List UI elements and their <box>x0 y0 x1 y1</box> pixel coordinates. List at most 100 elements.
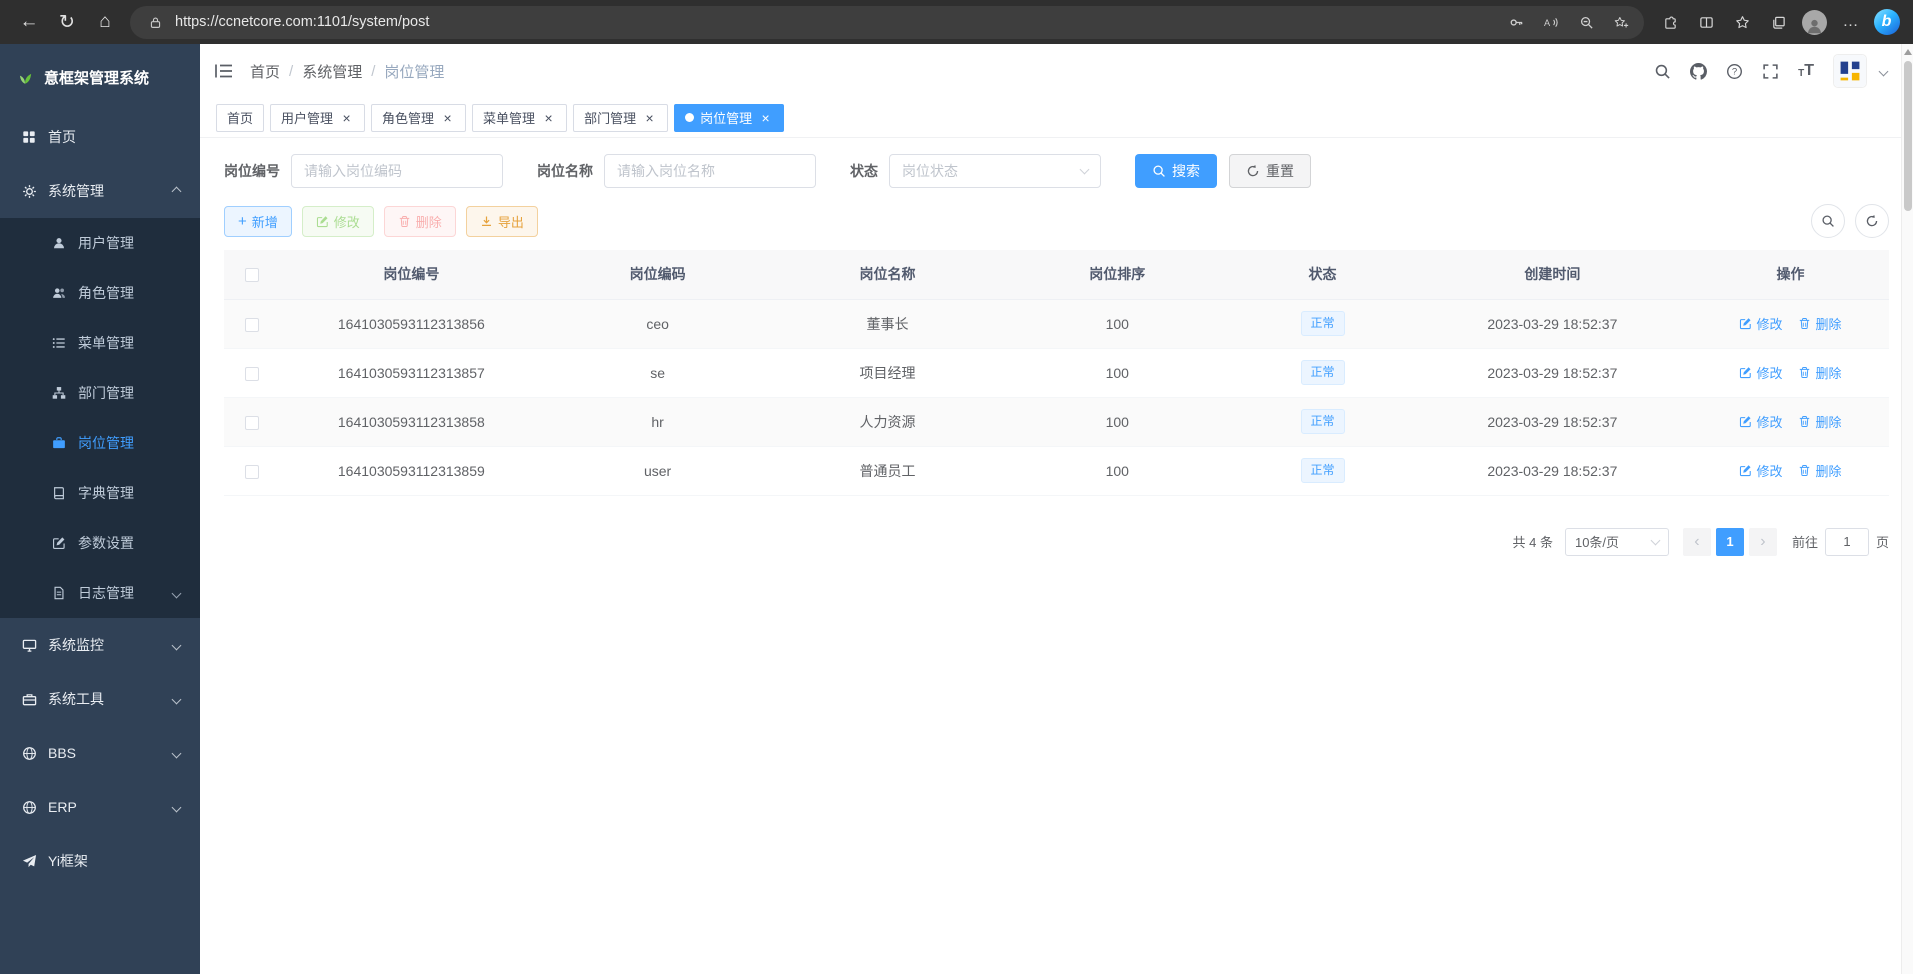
row-delete-link[interactable]: 删除 <box>1798 412 1841 431</box>
help-icon[interactable]: ? <box>1726 63 1743 80</box>
app-logo[interactable]: 意框架管理系统 <box>0 44 200 110</box>
collections-icon[interactable] <box>1762 7 1795 37</box>
toggle-search-button[interactable] <box>1811 204 1845 238</box>
browser-address-bar[interactable]: https://ccnetcore.com:1101/system/post A <box>130 6 1644 39</box>
monitor-icon <box>20 636 38 654</box>
table-row: 1641030593112313857 se 项目经理 100 正常 2023-… <box>224 348 1889 397</box>
add-button[interactable]: + 新增 <box>224 206 292 237</box>
row-edit-link[interactable]: 修改 <box>1739 314 1782 333</box>
reset-button[interactable]: 重置 <box>1229 154 1311 188</box>
bing-copilot-icon[interactable]: b <box>1870 7 1903 37</box>
row-delete-link[interactable]: 删除 <box>1798 314 1841 333</box>
tab-post-mgmt[interactable]: 岗位管理 × <box>674 104 784 132</box>
page-unit-label: 页 <box>1876 532 1889 551</box>
browser-refresh-button[interactable]: ↻ <box>48 4 86 40</box>
scrollbar-thumb[interactable] <box>1904 61 1912 211</box>
browser-settings-menu-icon[interactable]: … <box>1834 7 1867 37</box>
password-key-icon[interactable] <box>1500 7 1533 37</box>
browser-back-button[interactable]: ← <box>10 4 48 40</box>
browser-profile-avatar[interactable] <box>1798 7 1831 37</box>
page-size-select[interactable]: 10条/页 <box>1565 528 1669 556</box>
split-screen-icon[interactable] <box>1690 7 1723 37</box>
add-favorite-star-icon[interactable] <box>1605 7 1638 37</box>
fullscreen-icon[interactable] <box>1762 63 1779 80</box>
row-delete-link[interactable]: 删除 <box>1798 461 1841 480</box>
sidebar-item-post-mgmt[interactable]: 岗位管理 <box>0 418 200 468</box>
profile-avatar-icon <box>1802 10 1827 35</box>
browser-action-icons: … b <box>1654 7 1903 37</box>
list-icon <box>50 334 68 352</box>
breadcrumb-home[interactable]: 首页 <box>250 61 280 82</box>
post-code-input[interactable] <box>291 154 503 188</box>
prev-page-button[interactable]: ‹ <box>1683 528 1711 556</box>
next-page-button[interactable]: › <box>1749 528 1777 556</box>
sidebar-item-home[interactable]: 首页 <box>0 110 200 164</box>
cell-post-sort: 100 <box>1002 446 1232 495</box>
close-icon[interactable]: × <box>758 110 773 125</box>
status-select[interactable]: 岗位状态 <box>889 154 1101 188</box>
breadcrumb-system[interactable]: 系统管理 <box>302 61 362 82</box>
page-content: 岗位编号 岗位名称 状态 岗位状态 搜索 <box>200 138 1913 974</box>
status-badge: 正常 <box>1301 458 1345 483</box>
row-edit-link[interactable]: 修改 <box>1739 461 1782 480</box>
tab-user-mgmt[interactable]: 用户管理 × <box>270 104 365 132</box>
browser-home-button[interactable]: ⌂ <box>86 4 124 40</box>
export-button[interactable]: 导出 <box>466 206 538 237</box>
page-scrollbar[interactable] <box>1901 44 1913 974</box>
row-checkbox[interactable] <box>245 416 259 430</box>
sidebar-item-erp[interactable]: ERP <box>0 780 200 834</box>
read-aloud-icon[interactable]: A <box>1535 7 1568 37</box>
close-icon[interactable]: × <box>440 110 455 125</box>
sidebar-item-label: 部门管理 <box>78 383 134 403</box>
sidebar-item-system[interactable]: 系统管理 <box>0 164 200 218</box>
search-button[interactable]: 搜索 <box>1135 154 1217 188</box>
sidebar-item-log-mgmt[interactable]: 日志管理 <box>0 568 200 618</box>
sidebar-item-tools[interactable]: 系统工具 <box>0 672 200 726</box>
sidebar-item-dict-mgmt[interactable]: 字典管理 <box>0 468 200 518</box>
delete-button[interactable]: 删除 <box>384 206 456 237</box>
post-name-input[interactable] <box>604 154 816 188</box>
tab-dept-mgmt[interactable]: 部门管理 × <box>573 104 668 132</box>
book-icon <box>50 484 68 502</box>
breadcrumb-separator: / <box>371 63 375 80</box>
sidebar-item-monitor[interactable]: 系统监控 <box>0 618 200 672</box>
sidebar-collapse-icon[interactable] <box>214 62 234 80</box>
site-info-lock-icon[interactable] <box>144 7 166 37</box>
current-page-button[interactable]: 1 <box>1716 528 1744 556</box>
header-search-icon[interactable] <box>1654 63 1671 80</box>
tabs-bar: 首页 用户管理 × 角色管理 × 菜单管理 × 部门管理 × 岗位管理 × <box>200 98 1913 138</box>
goto-page-input[interactable] <box>1825 528 1869 556</box>
close-icon[interactable]: × <box>339 110 354 125</box>
sidebar-item-bbs[interactable]: BBS <box>0 726 200 780</box>
row-checkbox[interactable] <box>245 367 259 381</box>
row-checkbox[interactable] <box>245 318 259 332</box>
search-form: 岗位编号 岗位名称 状态 岗位状态 搜索 <box>224 154 1889 188</box>
sidebar-item-menu-mgmt[interactable]: 菜单管理 <box>0 318 200 368</box>
row-checkbox[interactable] <box>245 465 259 479</box>
font-size-icon[interactable]: TT <box>1798 63 1814 79</box>
edit-button[interactable]: 修改 <box>302 206 374 237</box>
scrollbar-up-arrow[interactable] <box>1904 49 1912 55</box>
tab-role-mgmt[interactable]: 角色管理 × <box>371 104 466 132</box>
tab-home[interactable]: 首页 <box>216 104 264 132</box>
favorites-icon[interactable] <box>1726 7 1759 37</box>
github-icon[interactable] <box>1690 63 1707 80</box>
close-icon[interactable]: × <box>642 110 657 125</box>
extensions-icon[interactable] <box>1654 7 1687 37</box>
sidebar-item-dept-mgmt[interactable]: 部门管理 <box>0 368 200 418</box>
sidebar-item-role-mgmt[interactable]: 角色管理 <box>0 268 200 318</box>
user-avatar[interactable] <box>1833 54 1867 88</box>
zoom-out-icon[interactable] <box>1570 7 1603 37</box>
sidebar-item-user-mgmt[interactable]: 用户管理 <box>0 218 200 268</box>
avatar-caret-icon[interactable] <box>1879 66 1889 76</box>
sidebar-item-param-settings[interactable]: 参数设置 <box>0 518 200 568</box>
add-button-label: 新增 <box>252 212 278 231</box>
sidebar-item-label: 角色管理 <box>78 283 134 303</box>
sidebar-item-yi-framework[interactable]: Yi框架 <box>0 834 200 888</box>
refresh-table-button[interactable] <box>1855 204 1889 238</box>
close-icon[interactable]: × <box>541 110 556 125</box>
tab-menu-mgmt[interactable]: 菜单管理 × <box>472 104 567 132</box>
row-edit-link[interactable]: 修改 <box>1739 412 1782 431</box>
row-edit-link[interactable]: 修改 <box>1739 363 1782 382</box>
select-all-checkbox[interactable] <box>245 268 259 282</box>
